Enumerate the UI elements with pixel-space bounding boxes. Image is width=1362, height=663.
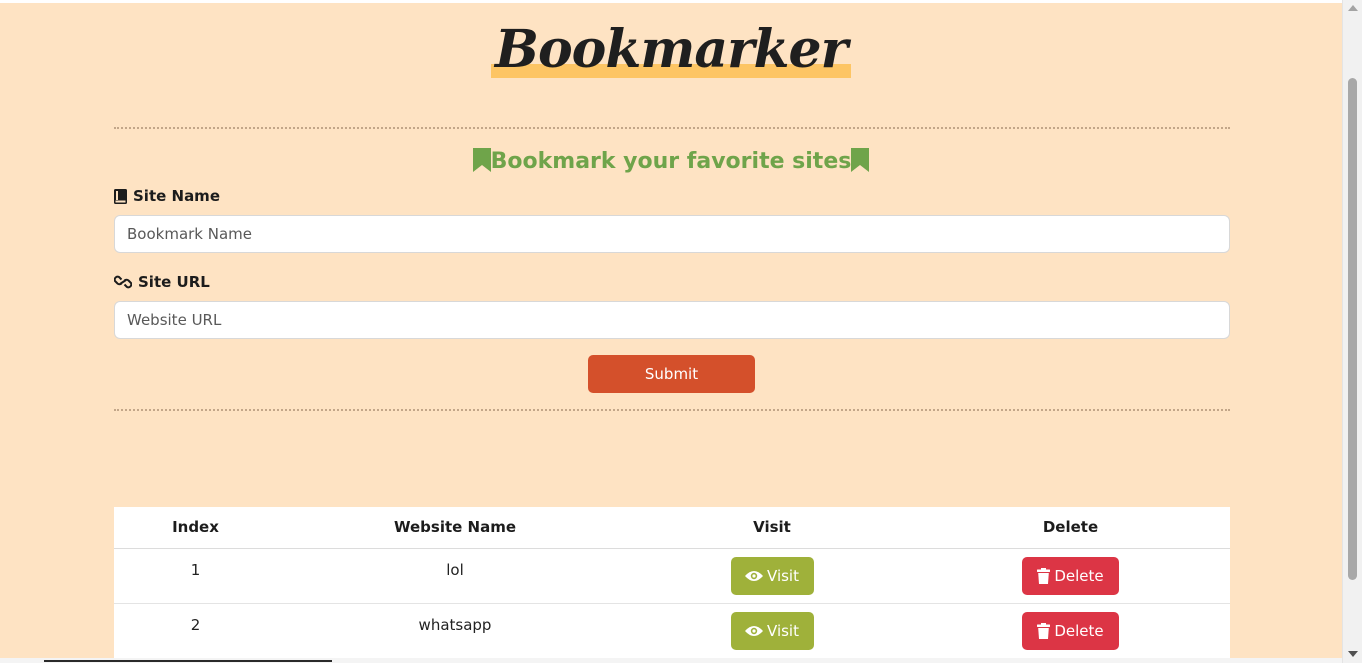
row-website-name: whatsapp: [277, 603, 633, 658]
vertical-scrollbar[interactable]: [1342, 0, 1362, 663]
delete-button-label: Delete: [1054, 566, 1104, 585]
table-row: 1 lol Visit Delete: [114, 548, 1230, 604]
row-website-name: lol: [277, 548, 633, 604]
visit-button-label: Visit: [767, 566, 799, 585]
row-index: 1: [114, 548, 277, 604]
link-icon: [114, 275, 132, 289]
scrollbar-thumb[interactable]: [1348, 78, 1357, 580]
brand-title: Bookmarker: [491, 18, 851, 82]
header-visit: Visit: [633, 507, 911, 549]
delete-button[interactable]: Delete: [1022, 556, 1119, 595]
site-url-input[interactable]: [114, 301, 1230, 339]
visit-button[interactable]: Visit: [730, 556, 814, 595]
brand-header: Bookmarker: [0, 18, 1342, 82]
bookmark-icon: [851, 148, 870, 172]
visit-button[interactable]: Visit: [730, 611, 814, 650]
trash-icon: [1037, 622, 1051, 639]
eye-icon: [745, 625, 764, 636]
header-index: Index: [114, 507, 277, 549]
eye-icon: [745, 570, 764, 581]
visit-button-label: Visit: [767, 621, 799, 640]
form-heading: Bookmark your favorite sites: [0, 147, 1342, 177]
site-url-label: Site URL: [114, 272, 210, 292]
row-index: 2: [114, 603, 277, 658]
header-website-name: Website Name: [277, 507, 633, 549]
delete-button-label: Delete: [1054, 621, 1104, 640]
header-delete: Delete: [911, 507, 1230, 549]
trash-icon: [1037, 567, 1051, 584]
scroll-up-arrow-icon[interactable]: [1348, 5, 1358, 11]
delete-button[interactable]: Delete: [1022, 611, 1119, 650]
site-name-input[interactable]: [114, 215, 1230, 253]
site-name-label-text: Site Name: [133, 187, 220, 205]
bookmark-icon: [472, 148, 491, 172]
horizontal-scroll-indicator: [44, 660, 332, 662]
site-url-label-text: Site URL: [138, 273, 210, 291]
top-divider: [114, 127, 1230, 129]
window-bottom-edge: [0, 658, 1342, 663]
bookmarks-table: Index Website Name Visit Delete 1 lol Vi…: [114, 507, 1230, 658]
table-header-row: Index Website Name Visit Delete: [114, 507, 1230, 549]
scroll-down-arrow-icon[interactable]: [1348, 651, 1358, 657]
table-row: 2 whatsapp Visit Delete: [114, 603, 1230, 658]
submit-button[interactable]: Submit: [588, 355, 755, 393]
page-viewport: Bookmarker Bookmark your favorite sites …: [0, 3, 1342, 658]
book-icon: [114, 188, 127, 204]
bottom-divider: [114, 409, 1230, 411]
form-heading-text: Bookmark your favorite sites: [490, 149, 852, 174]
site-name-label: Site Name: [114, 186, 220, 206]
